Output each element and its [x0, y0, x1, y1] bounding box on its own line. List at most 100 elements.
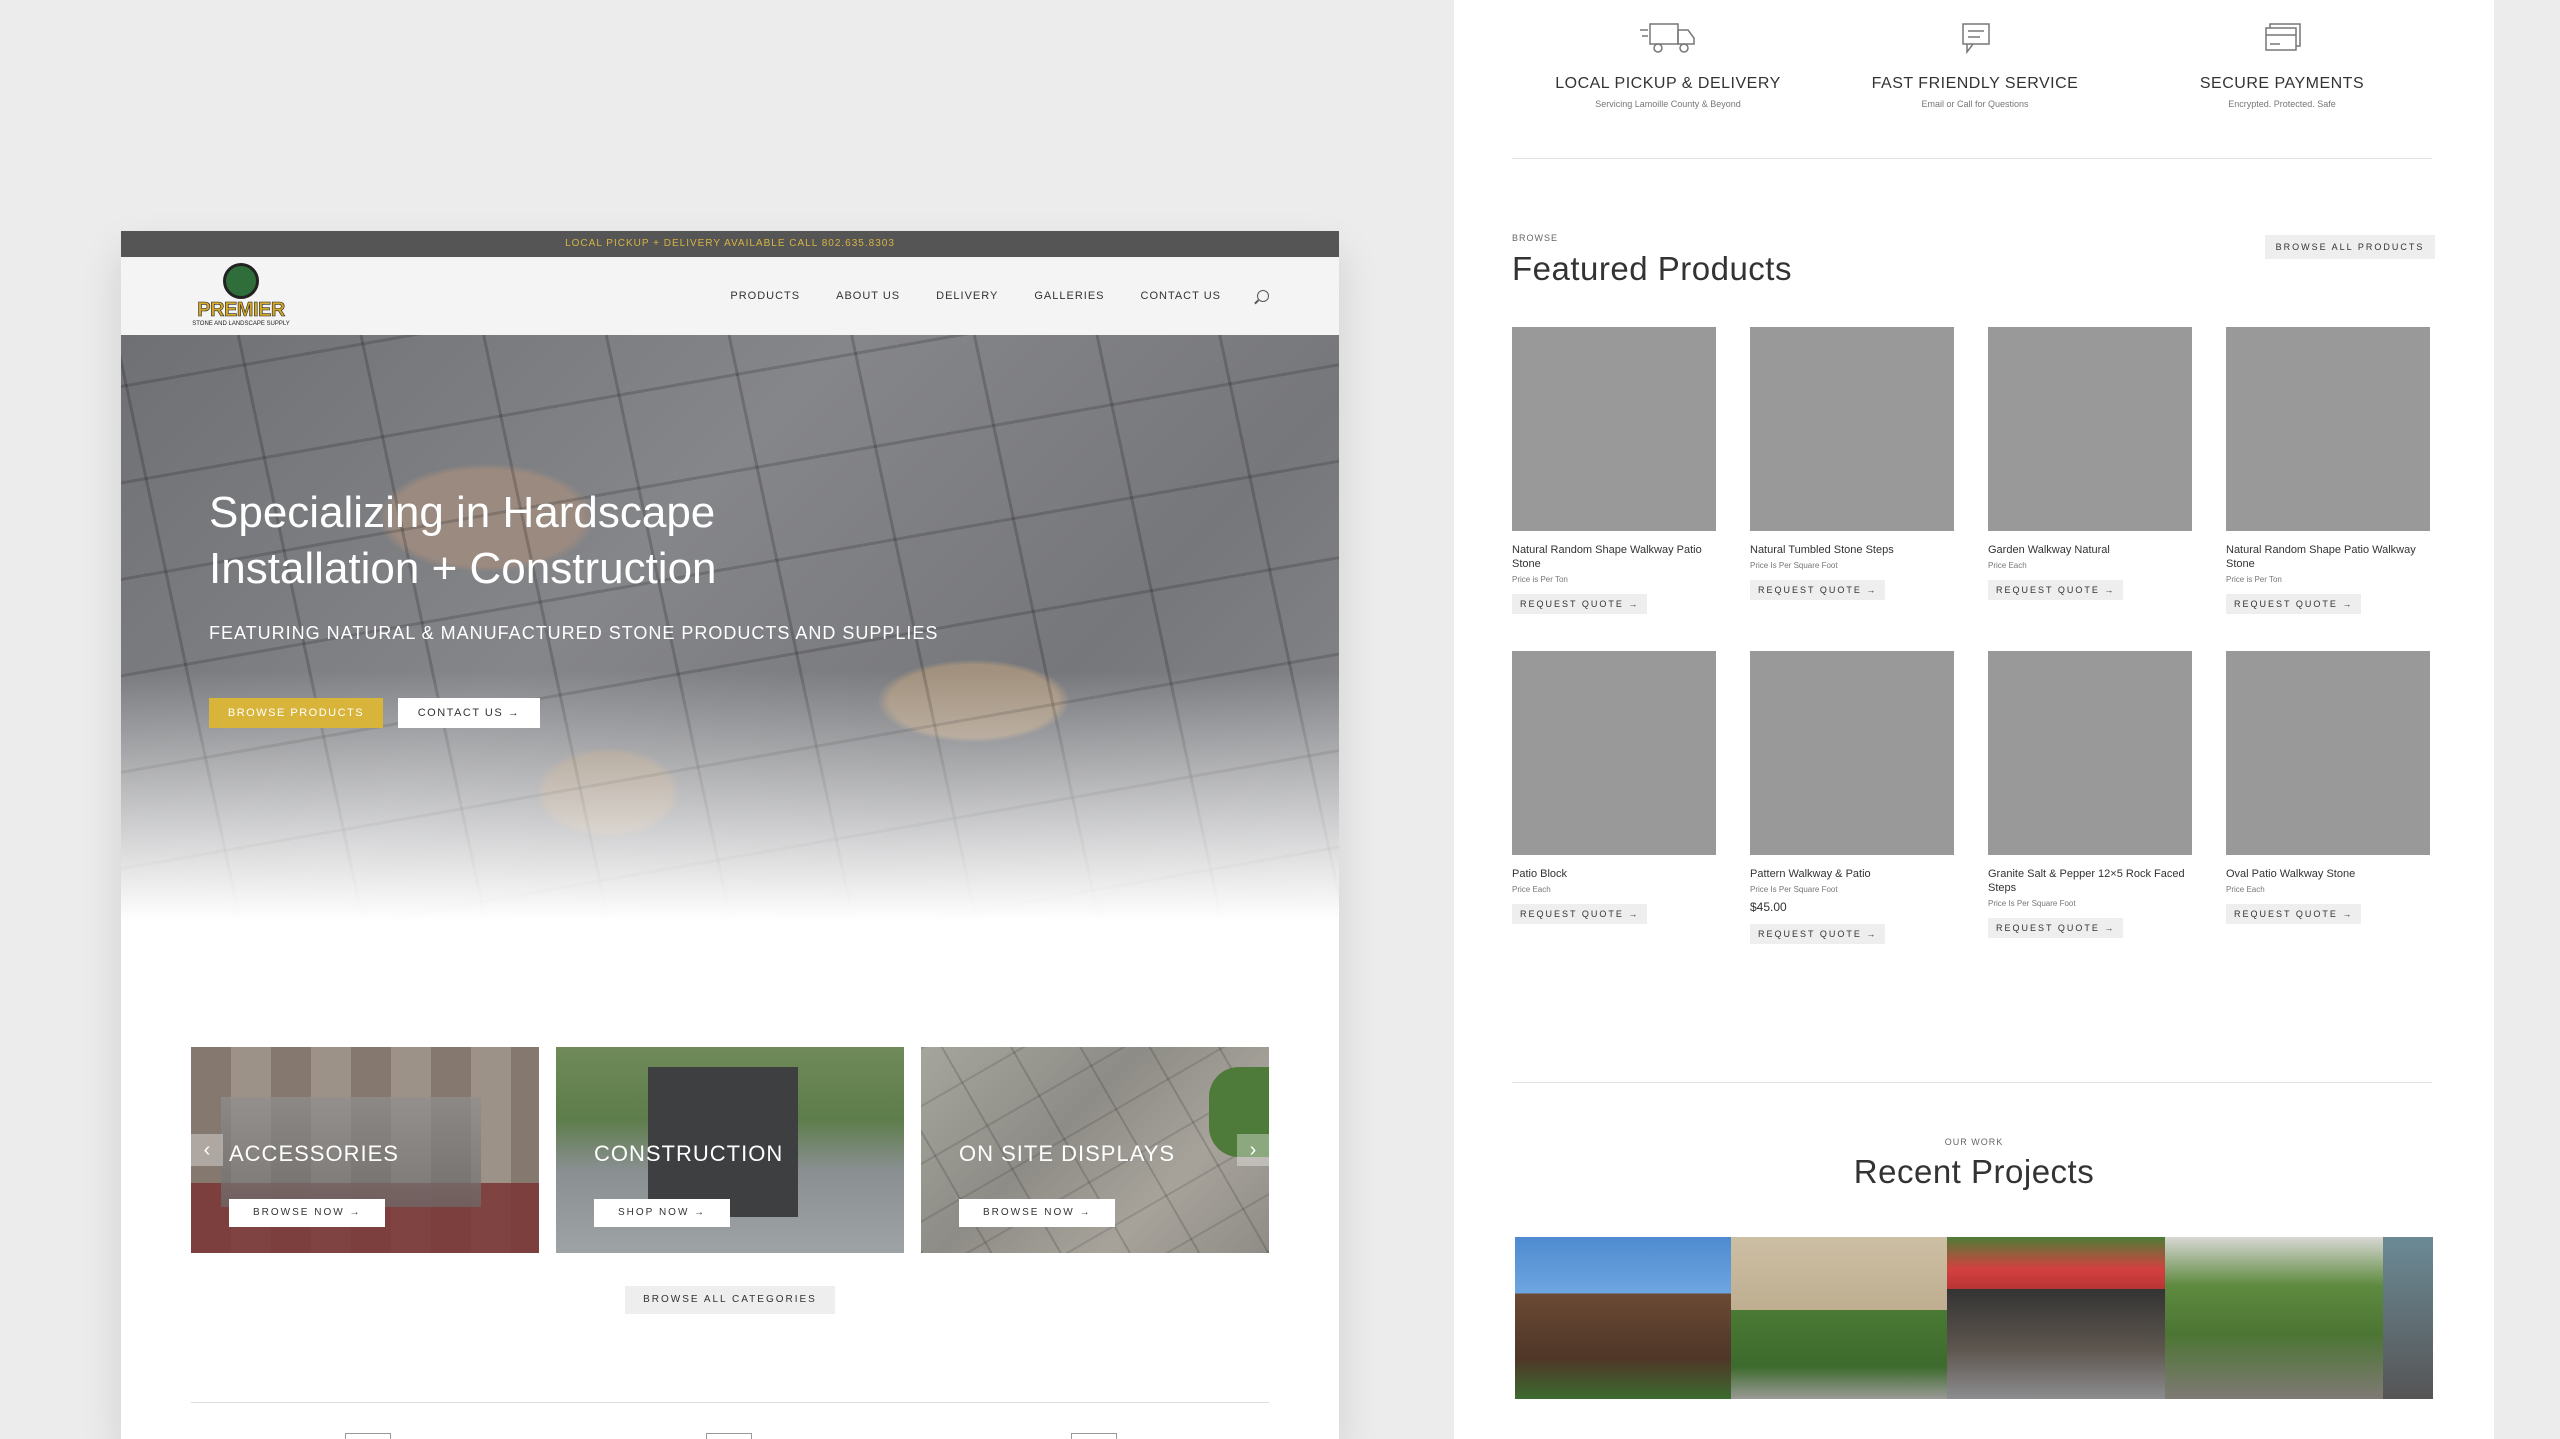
credit-card-icon	[1071, 1433, 1117, 1439]
project-image[interactable]	[1515, 1237, 1731, 1399]
category-title: CONSTRUCTION	[594, 1141, 784, 1166]
feature-subtitle: Encrypted. Protected. Safe	[2228, 99, 2336, 109]
contact-us-button[interactable]: CONTACT US →	[398, 698, 540, 728]
product-name[interactable]: Oval Patio Walkway Stone	[2226, 867, 2430, 881]
product-price-note: Price Each	[1512, 885, 1551, 894]
product-card[interactable]: Oval Patio Walkway Stone Price Each REQU…	[2226, 651, 2430, 924]
main-nav: PRODUCTS ABOUT US DELIVERY GALLERIES CON…	[730, 257, 1269, 335]
browse-all-products-button[interactable]: BROWSE ALL PRODUCTS	[2265, 235, 2435, 259]
project-image[interactable]	[1731, 1237, 1947, 1399]
product-price-note: Price Is Per Square Foot	[1750, 561, 1838, 570]
feature-title: SECURE PAYMENTS	[2199, 75, 2365, 92]
section-divider	[1512, 1082, 2432, 1083]
product-name[interactable]: Natural Random Shape Walkway Patio Stone	[1512, 543, 1716, 571]
product-card[interactable]: Garden Walkway Natural Price Each REQUES…	[1988, 327, 2192, 600]
product-image[interactable]	[2226, 651, 2430, 855]
feature-subtitle: Email or Call for Questions	[1921, 99, 2029, 109]
section-divider	[191, 1402, 1269, 1403]
feature-secure-payments: SECURE PAYMENTS Encrypted. Protected. Sa…	[2132, 20, 2432, 109]
credit-card-icon	[2265, 23, 2301, 51]
feature-title: LOCAL PICKUP & DELIVERY	[1555, 75, 1781, 92]
product-image[interactable]	[1750, 327, 1954, 531]
category-card-construction[interactable]: CONSTRUCTION SHOP NOW →	[556, 1047, 904, 1253]
product-name[interactable]: Natural Random Shape Patio Walkway Stone	[2226, 543, 2430, 571]
feature-subtitle: Servicing Lamoille County & Beyond	[1595, 99, 1741, 109]
hero-title-line2: Installation + Construction	[209, 544, 717, 593]
request-quote-button[interactable]: REQUEST QUOTE →	[1988, 580, 2124, 600]
browse-all-categories-button[interactable]: BROWSE ALL CATEGORIES	[625, 1286, 835, 1314]
hero-title-line1: Specializing in Hardscape	[209, 488, 716, 537]
product-card[interactable]: Patio Block Price Each REQUEST QUOTE →	[1512, 651, 1716, 924]
product-price-note: Price is Per Ton	[2226, 575, 2282, 584]
request-quote-button[interactable]: REQUEST QUOTE →	[1512, 594, 1648, 614]
product-card[interactable]: Natural Tumbled Stone Steps Price Is Per…	[1750, 327, 1954, 600]
nav-delivery[interactable]: DELIVERY	[936, 290, 998, 302]
product-image[interactable]	[1750, 651, 1954, 855]
request-quote-button[interactable]: REQUEST QUOTE →	[1988, 918, 2124, 938]
truck-icon	[1640, 23, 1695, 53]
hero-banner: Specializing in Hardscape Installation +…	[121, 335, 1339, 945]
product-image[interactable]	[1512, 651, 1716, 855]
browse-products-button[interactable]: BROWSE PRODUCTS	[209, 698, 383, 728]
request-quote-button[interactable]: REQUEST QUOTE →	[1750, 580, 1886, 600]
request-quote-button[interactable]: REQUEST QUOTE →	[1512, 904, 1648, 924]
feature-title: FAST FRIENDLY SERVICE	[1871, 75, 2079, 92]
hero-title: Specializing in Hardscape Installation +…	[209, 485, 717, 597]
product-name[interactable]: Pattern Walkway & Patio	[1750, 867, 1954, 881]
request-quote-button[interactable]: REQUEST QUOTE →	[2226, 904, 2362, 924]
browse-now-button[interactable]: BROWSE NOW →	[229, 1199, 386, 1227]
nav-products[interactable]: PRODUCTS	[730, 290, 800, 302]
category-title: ON SITE DISPLAYS	[959, 1141, 1176, 1166]
product-card[interactable]: Natural Random Shape Walkway Patio Stone…	[1512, 327, 1716, 614]
project-image[interactable]	[2383, 1237, 2433, 1399]
nav-contact-us[interactable]: CONTACT US	[1141, 290, 1222, 302]
product-name[interactable]: Garden Walkway Natural	[1988, 543, 2192, 557]
product-card[interactable]: Granite Salt & Pepper 12×5 Rock Faced St…	[1988, 651, 2192, 938]
category-card-on-site-displays[interactable]: ON SITE DISPLAYS BROWSE NOW →	[921, 1047, 1269, 1253]
product-name[interactable]: Natural Tumbled Stone Steps	[1750, 543, 1954, 557]
feature-pickup-delivery: LOCAL PICKUP & DELIVERY Servicing Lamoil…	[1518, 20, 1818, 109]
carousel-prev-icon[interactable]: ‹	[191, 1134, 223, 1166]
product-image[interactable]	[1512, 327, 1716, 531]
chat-icon	[706, 1433, 752, 1439]
feature-friendly-service: FAST FRIENDLY SERVICE Email or Call for …	[1825, 20, 2125, 109]
category-carousel: ACCESSORIES BROWSE NOW → CONSTRUCTION SH…	[191, 1047, 1269, 1253]
projects-kicker: OUR WORK	[1944, 1137, 2004, 1147]
category-card-accessories[interactable]: ACCESSORIES BROWSE NOW →	[191, 1047, 539, 1253]
product-image[interactable]	[1988, 651, 2192, 855]
chat-icon	[1962, 23, 1990, 55]
featured-products-title: Featured Products	[1512, 250, 1792, 287]
announcement-bar: LOCAL PICKUP + DELIVERY AVAILABLE CALL 8…	[121, 231, 1339, 257]
section-divider	[1512, 158, 2432, 159]
product-card[interactable]: Pattern Walkway & Patio Price Is Per Squ…	[1750, 651, 1954, 944]
request-quote-button[interactable]: REQUEST QUOTE →	[1750, 924, 1886, 944]
hero-subtitle: FEATURING NATURAL & MANUFACTURED STONE P…	[209, 623, 939, 643]
logo-brand: PREMIER	[197, 299, 286, 322]
product-card[interactable]: Natural Random Shape Patio Walkway Stone…	[2226, 327, 2430, 614]
product-name[interactable]: Patio Block	[1512, 867, 1716, 881]
nav-galleries[interactable]: GALLERIES	[1034, 290, 1104, 302]
site-logo[interactable]: PREMIER STONE AND LANDSCAPE SUPPLY	[191, 263, 291, 331]
carousel-next-icon[interactable]: ›	[1237, 1134, 1269, 1166]
product-image[interactable]	[1988, 327, 2192, 531]
recent-projects-title: Recent Projects	[1853, 1153, 2095, 1190]
product-price-note: Price Is Per Square Foot	[1988, 899, 2076, 908]
homepage-mockup-left: LOCAL PICKUP + DELIVERY AVAILABLE CALL 8…	[121, 231, 1339, 1439]
search-icon[interactable]	[1257, 290, 1269, 302]
product-image[interactable]	[2226, 327, 2430, 531]
project-image[interactable]	[1947, 1237, 2165, 1399]
browse-now-button[interactable]: BROWSE NOW →	[959, 1199, 1116, 1227]
product-price-note: Price Each	[1988, 561, 2027, 570]
nav-about-us[interactable]: ABOUT US	[836, 290, 900, 302]
category-title: ACCESSORIES	[229, 1141, 399, 1166]
logo-tagline: STONE AND LANDSCAPE SUPPLY	[192, 321, 290, 327]
site-header: PREMIER STONE AND LANDSCAPE SUPPLY PRODU…	[121, 257, 1339, 335]
truck-icon	[345, 1433, 391, 1439]
product-price-note: Price is Per Ton	[1512, 575, 1568, 584]
project-image[interactable]	[2165, 1237, 2383, 1399]
logo-emblem-icon	[223, 263, 259, 299]
shop-now-button[interactable]: SHOP NOW →	[594, 1199, 731, 1227]
request-quote-button[interactable]: REQUEST QUOTE →	[2226, 594, 2362, 614]
homepage-mockup-right: LOCAL PICKUP & DELIVERY Servicing Lamoil…	[1454, 0, 2494, 1439]
product-name[interactable]: Granite Salt & Pepper 12×5 Rock Faced St…	[1988, 867, 2192, 895]
